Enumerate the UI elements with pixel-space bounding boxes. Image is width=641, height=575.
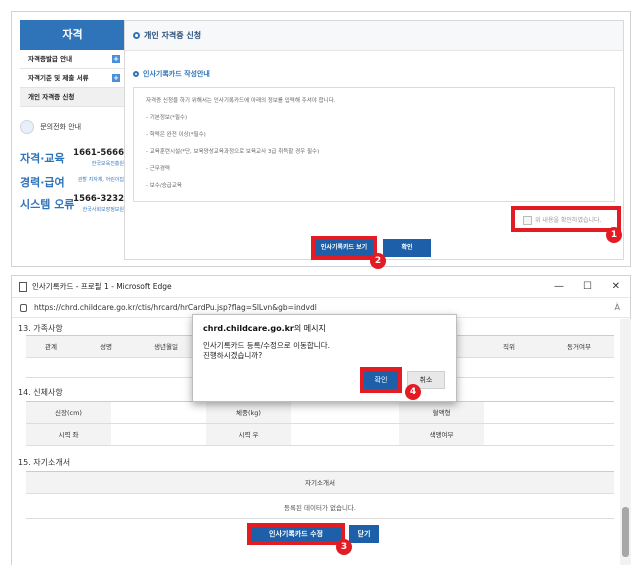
contact-sub: 한국보육진흥원 (91, 161, 124, 167)
window-title: 인사기록카드 - 프로필 1 - Microsoft Edge (32, 282, 172, 291)
table-header-cell: 동거여부 (544, 336, 614, 357)
scrollbar[interactable] (620, 319, 631, 565)
table-header-cell: 성명 (76, 336, 136, 357)
dialog-title: chrd.childcare.go.kr의 메시지 (203, 323, 326, 334)
section-title: 15. 자기소개서 (18, 458, 71, 467)
sidebar-item-criteria[interactable]: 자격기준 및 제출 서류 + (20, 69, 125, 88)
table-value-cell (484, 424, 614, 445)
table-header-cell: 직위 (474, 336, 544, 357)
contact-label: 자격·교육 (20, 152, 65, 165)
agree-label: 위 내용을 확인하였습니다. (535, 217, 602, 224)
table-label-cell: 시력 우 (206, 424, 291, 445)
title-bullet-icon (133, 32, 140, 39)
sidebar-item-issue-guide[interactable]: 자격증발급 안내 + (20, 50, 125, 69)
dialog-site: chrd.childcare.go.kr (203, 324, 294, 333)
dialog-line: 인사기록카드 등록/수정으로 이동합니다. (203, 341, 330, 350)
main-content: 개인 자격증 신청 인사기록카드 작성안내 자격증 신청을 하기 위해서는 인사… (124, 20, 624, 269)
page-title: 개인 자격증 신청 (125, 21, 623, 51)
sidebar: 자격 자격증발급 안내 + 자격기준 및 제출 서류 + 개인 자격증 신청 (20, 20, 125, 107)
info-item: - 학력은 완전 이상(*필수) (146, 132, 206, 138)
table-value-cell (291, 402, 399, 423)
lock-icon (20, 304, 27, 312)
plus-icon[interactable]: + (112, 74, 120, 82)
contact-label: 경력·급여 (20, 176, 65, 189)
info-item: - 교육훈련시설(*단, 보육양성교육과정으로 보육교사 3급 취득할 경우 필… (146, 149, 320, 155)
edit-hrcard-button[interactable]: 인사기록카드 수정 (247, 523, 345, 545)
section-title: 14. 신체사항 (18, 388, 63, 397)
contact-number: 1661-5666 (73, 148, 124, 158)
url-text[interactable]: https://chrd.childcare.go.kr/ctis/hrcard… (34, 303, 317, 312)
section-title: 13. 가족사항 (18, 324, 63, 333)
confirm-button[interactable]: 확인 (383, 239, 431, 257)
sidebar-item-label: 자격증발급 안내 (28, 55, 73, 63)
table-value-cell (484, 402, 614, 423)
contact-number: 1566-3232 (73, 194, 124, 204)
browser-popup-window: 인사기록카드 - 프로필 1 - Microsoft Edge — ☐ ✕ ht… (11, 275, 631, 565)
contact-row-system: 시스템 오류 1566-3232 한국사회보장정보원 (20, 194, 124, 216)
table-value-cell (291, 424, 399, 445)
phone-icon (20, 120, 34, 134)
info-item: - 근무경력 (146, 166, 170, 172)
table-label-cell: 색맹여부 (399, 424, 484, 445)
contact-heading: 문의전화 안내 (20, 120, 81, 134)
section-subtitle: 인사기록카드 작성안내 (133, 69, 210, 79)
scrollbar-thumb[interactable] (622, 507, 629, 557)
table-label-cell: 체중(kg) (206, 402, 291, 423)
info-item: - 보수/승급교육 (146, 183, 182, 189)
close-icon[interactable]: ✕ (612, 276, 620, 298)
contact-heading-label: 문의전화 안내 (40, 123, 82, 131)
maximize-icon[interactable]: ☐ (583, 276, 592, 298)
document-icon (19, 282, 27, 292)
sidebar-title: 자격 (20, 20, 125, 50)
table-value-cell (111, 424, 206, 445)
table-header-cell: 자기소개서 (26, 472, 614, 493)
agree-checkbox-area[interactable]: 위 내용을 확인하였습니다. (511, 206, 621, 232)
plus-icon[interactable]: + (112, 55, 120, 63)
table-row: 신장(cm) 체중(kg) 혈액형 (26, 402, 614, 424)
info-item: - 기본정보(*필수) (146, 115, 188, 121)
intro-table: 자기소개서 (26, 471, 614, 494)
empty-message: 등록된 데이터가 없습니다. (26, 497, 614, 519)
table-header-cell: 관계 (26, 336, 76, 357)
confirm-dialog: chrd.childcare.go.kr의 메시지 인사기록카드 등록/수정으로… (192, 314, 457, 402)
sidebar-item-label: 자격기준 및 제출 서류 (28, 74, 89, 82)
table-label-cell: 혈액형 (399, 402, 484, 423)
dialog-message: 인사기록카드 등록/수정으로 이동합니다. 진행하시겠습니까? (203, 341, 330, 361)
table-header-cell: 생년월일 (136, 336, 196, 357)
contact-sub: 한국사회보장정보원 (82, 207, 124, 213)
view-hrcard-button[interactable]: 인사기록카드 보기 (311, 236, 377, 260)
page-title-label: 개인 자격증 신청 (144, 31, 202, 40)
read-aloud-icon[interactable]: À (615, 298, 620, 318)
table-header-row: 자기소개서 (26, 472, 614, 494)
dialog-title-suffix: 의 메시지 (293, 324, 326, 333)
dialog-ok-button[interactable]: 확인 (360, 367, 402, 393)
sidebar-item-label: 개인 자격증 신청 (28, 93, 75, 101)
table-value-cell (111, 402, 206, 423)
step-badge-4: 4 (405, 384, 421, 400)
minimize-icon[interactable]: — (554, 276, 564, 298)
agree-checkbox[interactable] (523, 216, 532, 225)
page-content: 13. 가족사항 관계 성명 생년월일 직위 동거여부 14. 신체사항 신장(… (12, 314, 620, 565)
close-button[interactable]: 닫기 (349, 525, 379, 543)
window-titlebar: 인사기록카드 - 프로필 1 - Microsoft Edge — ☐ ✕ (12, 276, 630, 298)
subtitle-bullet-icon (133, 71, 139, 77)
info-box: 자격증 신청을 하기 위해서는 인사기록카드에 아래의 정보를 입력해 주셔야 … (133, 87, 615, 202)
contact-row-education: 자격·교육 1661-5666 한국보육진흥원 (20, 148, 124, 170)
table-label-cell: 신장(cm) (26, 402, 111, 423)
contact-row-career: 경력·급여 관할 지자체, 어린이집 (20, 172, 124, 194)
step-badge-2: 2 (370, 253, 386, 269)
sidebar-item-personal-apply[interactable]: 개인 자격증 신청 (20, 88, 125, 107)
info-intro: 자격증 신청을 하기 위해서는 인사기록카드에 아래의 정보를 입력해 주셔야 … (146, 98, 336, 104)
step-badge-3: 3 (336, 539, 352, 555)
dialog-line: 진행하시겠습니까? (203, 351, 263, 360)
table-label-cell: 시력 좌 (26, 424, 111, 445)
contact-label: 시스템 오류 (20, 198, 75, 211)
top-panel: 자격 자격증발급 안내 + 자격기준 및 제출 서류 + 개인 자격증 신청 문… (11, 11, 631, 269)
step-badge-1: 1 (606, 227, 622, 243)
section-subtitle-label: 인사기록카드 작성안내 (143, 70, 210, 78)
contact-sub: 관할 지자체, 어린이집 (77, 177, 124, 183)
body-table: 신장(cm) 체중(kg) 혈액형 시력 좌 시력 우 색맹여부 (26, 401, 614, 446)
table-row: 시력 좌 시력 우 색맹여부 (26, 424, 614, 446)
